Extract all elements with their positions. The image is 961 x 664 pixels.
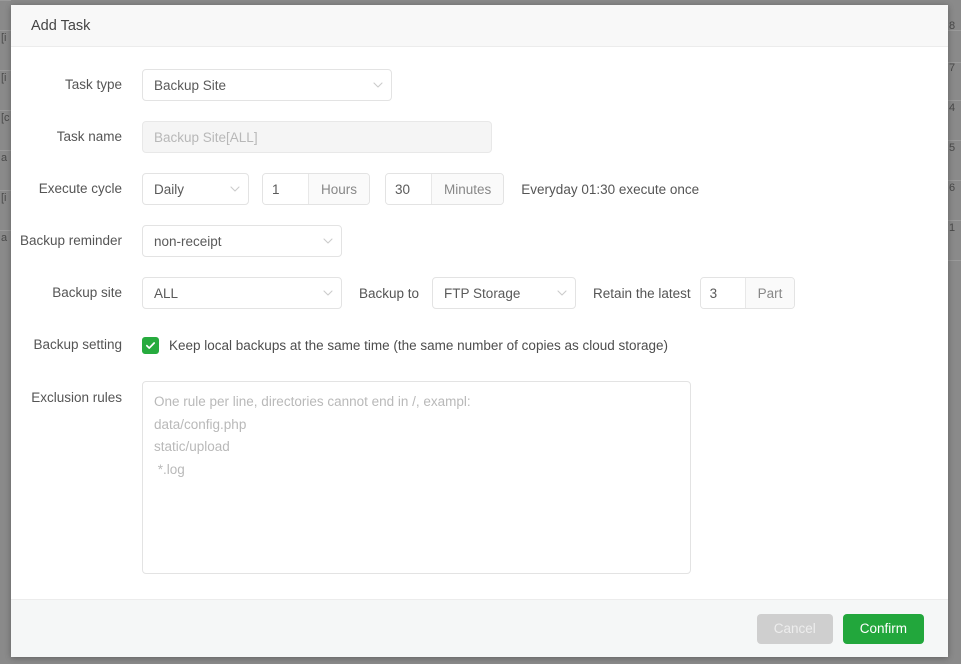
form-row-backup-site: Backup site ALL Backup to FTP Storage Re… — [11, 277, 948, 309]
backdrop-divider — [0, 150, 11, 151]
backdrop-text: [i — [1, 72, 7, 84]
backdrop-number: 6 — [949, 182, 956, 194]
retain-addon-label: Part — [744, 278, 795, 308]
backdrop-left-strip — [0, 0, 11, 664]
dialog-title: Add Task — [31, 17, 91, 34]
backdrop-divider — [0, 110, 11, 111]
form-row-task-name: Task name — [11, 121, 948, 153]
chevron-down-icon — [230, 184, 240, 193]
exclusion-rules-textarea[interactable] — [142, 381, 691, 574]
backup-to-select[interactable]: FTP Storage — [432, 277, 577, 309]
backdrop-divider — [0, 30, 11, 31]
hours-addon-label: Hours — [308, 174, 370, 204]
backdrop-divider — [0, 190, 11, 191]
chevron-down-icon — [323, 236, 333, 245]
add-task-dialog: Add Task Task type Backup Site Task name — [11, 5, 948, 657]
cancel-button[interactable]: Cancel — [756, 613, 833, 644]
backup-reminder-select[interactable]: non-receipt — [142, 225, 342, 257]
dialog-header: Add Task — [11, 5, 948, 47]
task-type-value: Backup Site — [154, 77, 227, 93]
backdrop-divider — [948, 180, 961, 181]
form-row-task-type: Task type Backup Site — [11, 69, 948, 101]
hours-input[interactable] — [263, 174, 308, 204]
backdrop-number: 1 — [949, 222, 956, 234]
minutes-input-group: Minutes — [385, 173, 505, 205]
backdrop-divider — [948, 100, 961, 101]
backdrop-divider — [948, 260, 961, 261]
backup-reminder-label: Backup reminder — [19, 233, 122, 248]
form-row-exclusion-rules: Exclusion rules — [11, 381, 948, 574]
exclusion-rules-label: Exclusion rules — [31, 390, 122, 405]
dialog-body: Task type Backup Site Task name Execute … — [11, 47, 948, 599]
chevron-down-icon — [373, 80, 383, 89]
backdrop-divider — [948, 140, 961, 141]
backdrop-number: 4 — [949, 102, 956, 114]
backup-reminder-value: non-receipt — [154, 233, 222, 249]
keep-local-backups-checkbox[interactable] — [142, 336, 159, 354]
chevron-down-icon — [557, 288, 567, 297]
backup-setting-label: Backup setting — [33, 337, 122, 352]
execute-cycle-value: Daily — [154, 181, 185, 197]
keep-local-backups-label: Keep local backups at the same time (the… — [169, 337, 669, 353]
backdrop-divider — [0, 70, 11, 71]
backdrop-text: a — [1, 232, 8, 244]
minutes-addon-label: Minutes — [431, 174, 504, 204]
task-name-label: Task name — [56, 129, 122, 144]
execute-cycle-hint: Everyday 01:30 execute once — [521, 181, 700, 197]
hours-input-group: Hours — [262, 173, 371, 205]
backup-to-value: FTP Storage — [444, 285, 521, 301]
backdrop-number: 7 — [949, 62, 956, 74]
form-row-backup-reminder: Backup reminder non-receipt — [11, 225, 948, 257]
task-name-input[interactable] — [142, 121, 492, 153]
check-icon — [145, 340, 156, 351]
chevron-down-icon — [323, 288, 333, 297]
backdrop-text: [i — [1, 32, 7, 44]
backdrop-text: [c — [1, 112, 10, 124]
retain-latest-label: Retain the latest — [593, 285, 691, 301]
backdrop-divider — [948, 220, 961, 221]
backdrop-number: 8 — [949, 20, 956, 32]
dialog-footer: Cancel Confirm — [11, 599, 948, 657]
backup-site-value: ALL — [154, 285, 179, 301]
backup-to-label: Backup to — [359, 285, 420, 301]
execute-cycle-select[interactable]: Daily — [142, 173, 249, 205]
backdrop-text: [i — [1, 192, 7, 204]
keep-local-backups-checkbox-row[interactable]: Keep local backups at the same time (the… — [142, 329, 668, 361]
backup-site-label: Backup site — [52, 285, 122, 300]
task-type-select[interactable]: Backup Site — [142, 69, 392, 101]
backdrop-number: 5 — [949, 142, 956, 154]
form-row-backup-setting: Backup setting Keep local backups at the… — [11, 329, 948, 361]
backdrop-text: a — [1, 152, 8, 164]
backdrop-divider — [0, 230, 11, 231]
retain-input-group: Part — [699, 277, 796, 309]
form-row-execute-cycle: Execute cycle Daily Hours Minutes Everyd… — [11, 173, 948, 205]
task-type-label: Task type — [64, 77, 122, 92]
execute-cycle-label: Execute cycle — [38, 181, 122, 196]
backdrop-divider — [0, 0, 11, 1]
confirm-button[interactable]: Confirm — [842, 613, 924, 644]
backup-site-select[interactable]: ALL — [142, 277, 342, 309]
retain-count-input[interactable] — [700, 278, 745, 308]
minutes-input[interactable] — [386, 174, 432, 204]
